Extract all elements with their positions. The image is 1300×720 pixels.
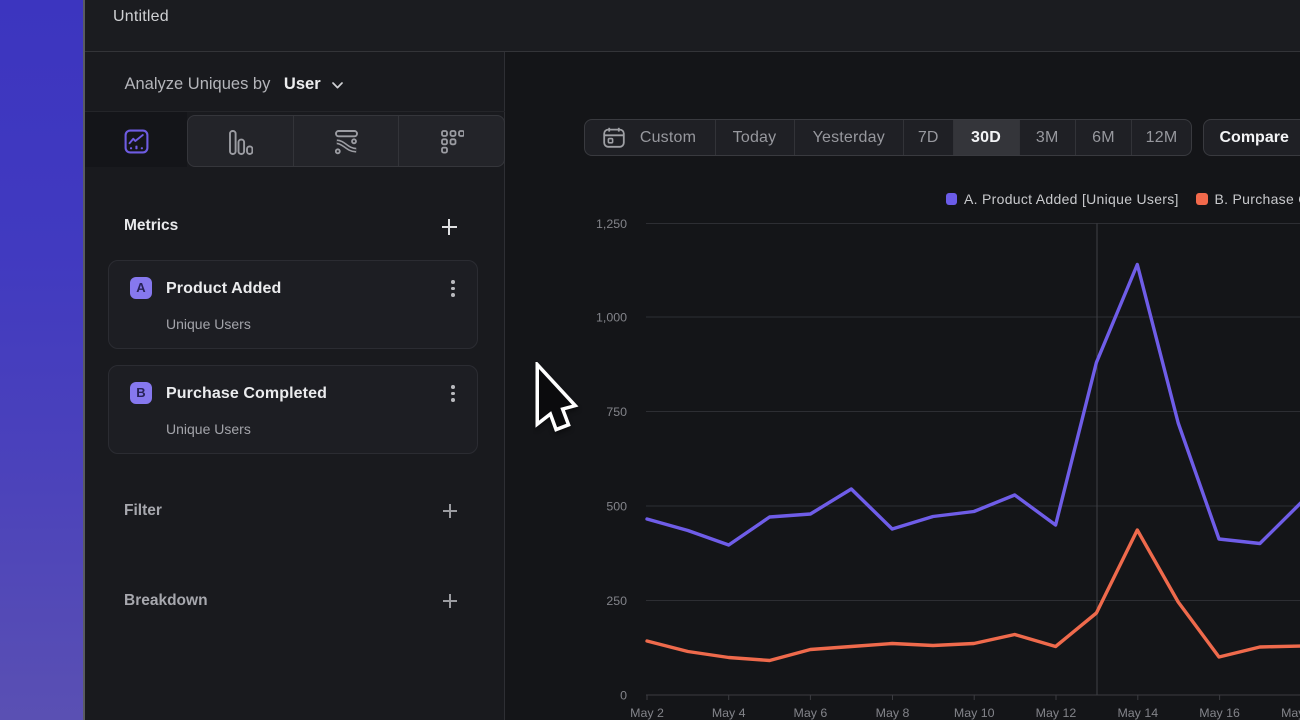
svg-text:May 10: May 10 [954,706,995,720]
svg-text:0: 0 [620,689,627,703]
svg-text:May 12: May 12 [1036,706,1077,720]
svg-text:May 4: May 4 [712,706,746,720]
svg-text:1,000: 1,000 [596,311,627,325]
svg-text:May 14: May 14 [1117,706,1158,720]
svg-text:1,250: 1,250 [596,217,627,231]
svg-text:May 16: May 16 [1199,706,1240,720]
svg-text:500: 500 [606,500,627,514]
svg-text:750: 750 [606,405,627,419]
svg-text:May 6: May 6 [794,706,828,720]
svg-text:May 18: May 18 [1281,706,1300,720]
svg-text:May 8: May 8 [876,706,910,720]
svg-text:May 2: May 2 [630,706,664,720]
svg-text:250: 250 [606,594,627,608]
